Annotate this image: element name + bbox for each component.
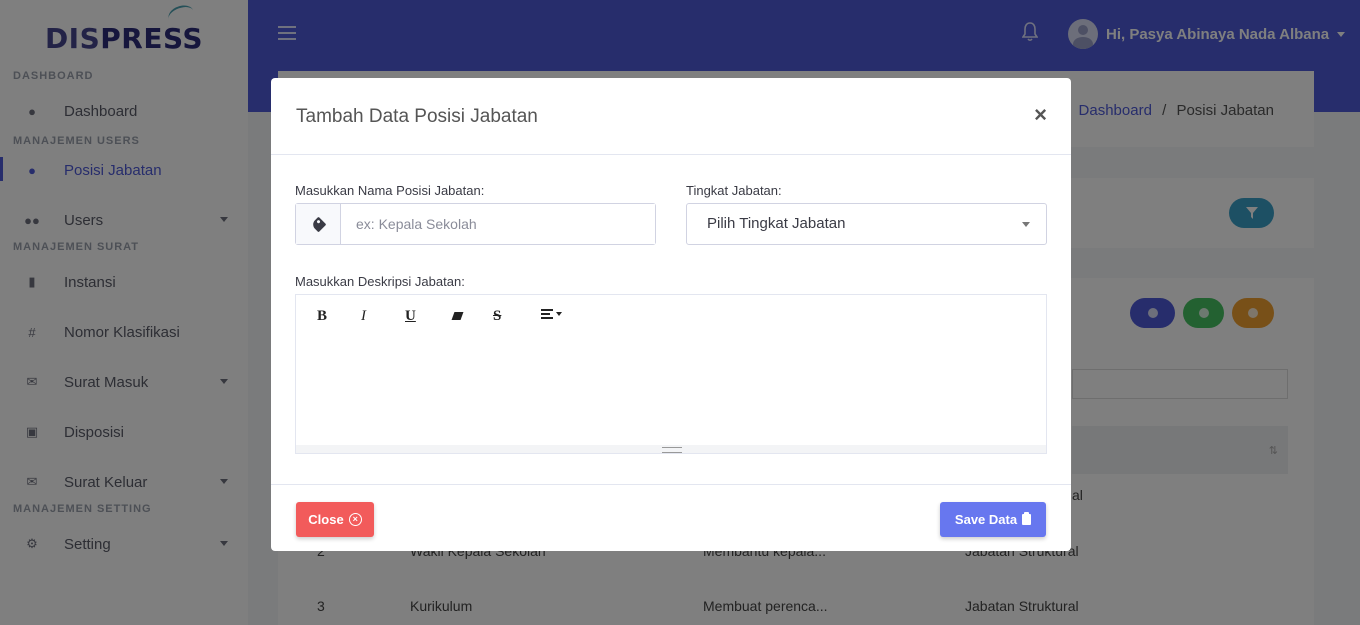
tag-icon-wrap [296,204,341,244]
description-label: Masukkan Deskripsi Jabatan: [295,274,465,289]
align-left-icon [541,307,562,321]
chevron-down-icon [1022,222,1030,227]
align-dropdown-button[interactable] [533,307,577,326]
bold-button[interactable]: B [313,308,357,325]
close-icon[interactable]: × [1034,104,1047,126]
italic-button[interactable]: I [357,308,401,325]
add-position-modal: Tambah Data Posisi Jabatan × Masukkan Na… [271,78,1071,551]
clear-format-button[interactable] [445,308,489,325]
name-label: Masukkan Nama Posisi Jabatan: [295,183,485,198]
description-editable-area[interactable] [296,337,1046,445]
save-button-label: Save Data [954,512,1018,527]
clipboard-icon [1022,512,1032,525]
underline-button[interactable]: U [401,308,445,325]
position-name-input[interactable] [341,204,655,244]
editor-resize-handle[interactable] [296,445,1046,453]
name-input-group [295,203,656,245]
times-circle-icon: × [348,513,362,526]
tag-icon [310,216,326,232]
modal-title: Tambah Data Posisi Jabatan [296,106,538,127]
level-label: Tingkat Jabatan: [686,183,782,198]
eraser-icon [451,311,464,320]
close-button-label: Close [308,512,344,527]
modal-header: Tambah Data Posisi Jabatan × [271,78,1071,155]
description-editor: B I U S [295,294,1047,454]
modal-footer: Close × Save Data [271,484,1071,551]
editor-toolbar: B I U S [296,295,1046,337]
level-select-value: Pilih Tingkat Jabatan [707,215,846,232]
close-button[interactable]: Close × [296,502,374,537]
level-select[interactable]: Pilih Tingkat Jabatan [686,203,1047,245]
save-button[interactable]: Save Data [940,502,1046,537]
strikethrough-button[interactable]: S [489,308,533,325]
